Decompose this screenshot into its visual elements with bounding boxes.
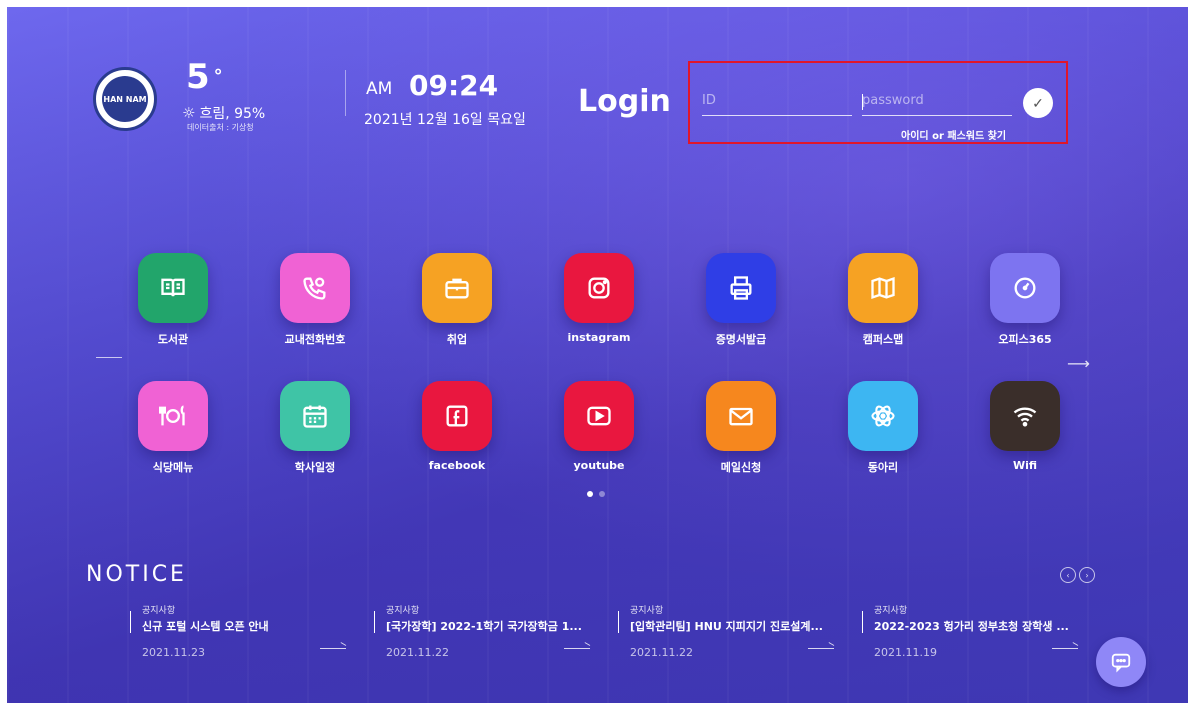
- notice-item-3[interactable]: 공지사항 [입학관리팀] HNU 지피지기 진로설계... 2021.11.22: [618, 603, 838, 663]
- app-instagram[interactable]: instagram: [544, 253, 654, 344]
- page-dot-2[interactable]: [599, 491, 605, 497]
- app-label: instagram: [567, 331, 631, 344]
- app-book[interactable]: 도서관: [118, 253, 228, 347]
- facebook-icon: [422, 381, 492, 451]
- notice-item-4[interactable]: 공지사항 2022-2023 헝가리 정부초청 장학생 ... 2021.11.…: [862, 603, 1082, 663]
- notice-category: 공지사항: [142, 606, 176, 616]
- book-icon: [138, 253, 208, 323]
- app-label: youtube: [573, 459, 625, 472]
- gauge-icon: [990, 253, 1060, 323]
- id-input[interactable]: [702, 86, 852, 116]
- app-youtube[interactable]: youtube: [544, 381, 654, 472]
- arrow-right-icon: [808, 648, 834, 649]
- app-map[interactable]: 캠퍼스맵: [828, 253, 938, 347]
- apps-prev-arrow[interactable]: [96, 357, 122, 358]
- dining-icon: [138, 381, 208, 451]
- logo-text: HAN NAM: [102, 76, 148, 122]
- app-label: 식당메뉴: [152, 461, 194, 474]
- app-phone[interactable]: 교내전화번호: [260, 253, 370, 347]
- apps-next-arrow[interactable]: ⟶: [1067, 356, 1090, 372]
- login-form: ✓ 아이디 or 패스워드 찾기: [688, 61, 1068, 144]
- find-account-link[interactable]: 아이디 or 패스워드 찾기: [901, 127, 1006, 142]
- app-page-dots: [587, 491, 605, 497]
- notice-item-2[interactable]: 공지사항 [국가장학] 2022-1학기 국가장학금 1... 2021.11.…: [374, 603, 594, 663]
- app-atom[interactable]: 동아리: [828, 381, 938, 475]
- notice-prev-button[interactable]: ‹: [1060, 567, 1076, 583]
- app-label: 학사일정: [294, 461, 336, 474]
- notice-next-button[interactable]: ›: [1079, 567, 1095, 583]
- notice-title-text: 신규 포털 시스템 오픈 안내: [142, 620, 269, 633]
- notice-category: 공지사항: [874, 606, 908, 616]
- app-wifi[interactable]: Wifi: [970, 381, 1080, 472]
- sun-icon: ☼: [182, 104, 196, 122]
- chatbot-button[interactable]: [1096, 637, 1146, 687]
- header-divider: [345, 70, 346, 116]
- weather-text: 흐림, 95%: [199, 106, 266, 122]
- notice-item-1[interactable]: 공지사항 신규 포털 시스템 오픈 안내 2021.11.23: [130, 603, 350, 663]
- current-date: 2021년 12월 16일 목요일: [364, 112, 526, 128]
- app-calendar[interactable]: 학사일정: [260, 381, 370, 475]
- instagram-icon: [564, 253, 634, 323]
- clock-ampm: AM: [366, 79, 393, 99]
- notice-date: 2021.11.23: [142, 646, 205, 659]
- check-icon: ✓: [1032, 94, 1044, 111]
- password-input[interactable]: [862, 86, 1012, 116]
- app-label: 동아리: [867, 461, 899, 474]
- temperature-value: 5: [186, 57, 210, 97]
- app-facebook[interactable]: facebook: [402, 381, 512, 472]
- text-cursor: [862, 94, 863, 110]
- weather-status: ☼ 흐림, 95%: [182, 103, 265, 123]
- app-mail[interactable]: 메일신청: [686, 381, 796, 475]
- app-label: 메일신청: [720, 461, 762, 474]
- app-label: facebook: [428, 459, 486, 472]
- notice-title-text: 2022-2023 헝가리 정부초청 장학생 ...: [874, 620, 1069, 633]
- temperature-unit: °: [213, 66, 223, 87]
- arrow-right-icon: [320, 648, 346, 649]
- app-label: 캠퍼스맵: [862, 333, 904, 346]
- university-logo[interactable]: HAN NAM: [93, 67, 157, 131]
- notice-nav: ‹ ›: [1060, 567, 1095, 583]
- notice-title-text: [입학관리팀] HNU 지피지기 진로설계...: [630, 620, 823, 633]
- chat-icon: [1111, 653, 1131, 673]
- youtube-icon: [564, 381, 634, 451]
- briefcase-icon: [422, 253, 492, 323]
- app-label: 도서관: [157, 333, 189, 346]
- app-label: Wifi: [1012, 459, 1038, 472]
- arrow-right-icon: [564, 648, 590, 649]
- notice-category: 공지사항: [386, 606, 420, 616]
- wifi-icon: [990, 381, 1060, 451]
- app-label: 증명서발급: [715, 333, 767, 346]
- app-label: 취업: [446, 333, 468, 346]
- clock-time: 09:24: [409, 69, 499, 102]
- app-label: 오피스365: [998, 333, 1052, 346]
- notice-title: NOTICE: [86, 562, 187, 587]
- notice-date: 2021.11.22: [386, 646, 449, 659]
- app-gauge[interactable]: 오피스365: [970, 253, 1080, 347]
- notice-date: 2021.11.19: [874, 646, 937, 659]
- app-dining[interactable]: 식당메뉴: [118, 381, 228, 475]
- app-printer[interactable]: 증명서발급: [686, 253, 796, 347]
- mail-icon: [706, 381, 776, 451]
- app-label: 교내전화번호: [284, 333, 346, 346]
- map-icon: [848, 253, 918, 323]
- page-dot-1[interactable]: [587, 491, 593, 497]
- phone-icon: [280, 253, 350, 323]
- app-briefcase[interactable]: 취업: [402, 253, 512, 347]
- notice-date: 2021.11.22: [630, 646, 693, 659]
- calendar-icon: [280, 381, 350, 451]
- atom-icon: [848, 381, 918, 451]
- printer-icon: [706, 253, 776, 323]
- arrow-right-icon: [1052, 648, 1078, 649]
- login-title: Login: [578, 84, 671, 119]
- weather-source: 데이터출처 : 기상청: [187, 123, 254, 132]
- login-submit-button[interactable]: ✓: [1023, 88, 1053, 118]
- notice-category: 공지사항: [630, 606, 664, 616]
- notice-title-text: [국가장학] 2022-1학기 국가장학금 1...: [386, 620, 582, 633]
- temperature: 5 °: [186, 58, 223, 96]
